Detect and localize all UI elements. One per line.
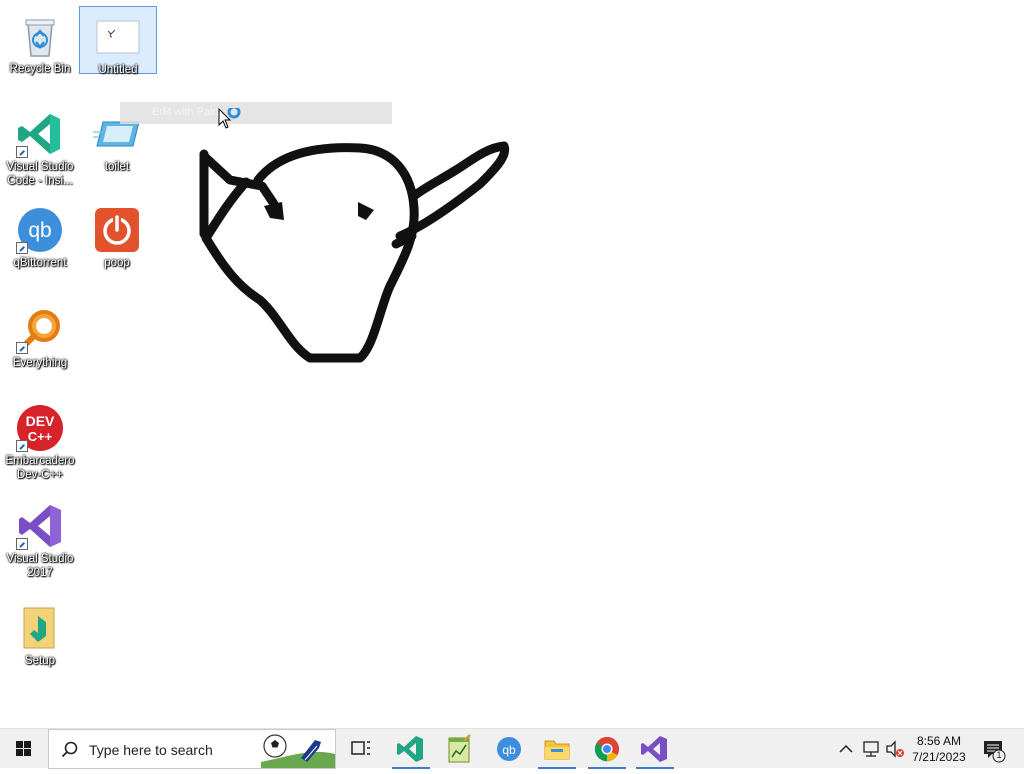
svg-text:C++: C++ [28, 429, 53, 444]
icon-label: Untitled [98, 64, 138, 76]
chrome-icon [594, 737, 620, 762]
hand-drawn-face-drawing [199, 141, 510, 363]
taskbar-search-box[interactable]: Type here to search [48, 729, 336, 769]
drag-tooltip: Edit with Paint [120, 102, 392, 124]
start-button[interactable] [0, 729, 48, 769]
svg-text:DEV: DEV [26, 413, 55, 429]
taskbar-app-editor[interactable] [436, 729, 482, 769]
taskbar-app-chrome[interactable] [584, 729, 630, 769]
devcpp-icon: DEV C++ [16, 404, 64, 452]
setup-icon [16, 604, 64, 652]
task-view-icon [351, 741, 370, 755]
svg-text:qb: qb [28, 219, 51, 242]
svg-text:qb: qb [502, 743, 516, 757]
shortcut-arrow-icon [16, 242, 28, 254]
icon-label: Setup [24, 655, 56, 667]
clock-date: 7/21/2023 [912, 750, 966, 764]
desktop[interactable]: Recycle Bin Visual Studio Code - Insi...… [0, 0, 1024, 728]
search-highlight-soccer-icon [261, 734, 335, 768]
task-view-button[interactable] [338, 729, 384, 769]
taskbar-app-file-explorer[interactable] [534, 729, 580, 769]
network-tray-button[interactable] [860, 729, 882, 769]
shortcut-arrow-icon [16, 440, 28, 452]
vscode-icon [397, 736, 423, 762]
desktop-icon-everything[interactable]: Everything [1, 300, 79, 370]
show-hidden-icons-button[interactable] [836, 729, 856, 769]
notification-icon [984, 741, 1006, 763]
desktop-icon-vscode-insiders[interactable]: Visual Studio Code - Insi... [1, 104, 79, 188]
visual-studio-icon [641, 736, 667, 762]
taskbar-app-qbittorrent[interactable]: qb [486, 729, 532, 769]
drag-tooltip-text: Edit with Paint [152, 106, 222, 118]
desktop-icon-qbittorrent[interactable]: qb qBittorrent [1, 200, 79, 270]
notepad-chart-icon [448, 734, 471, 763]
desktop-icon-recycle-bin[interactable]: Recycle Bin [1, 6, 79, 76]
action-center-button[interactable]: 1 [980, 729, 1010, 769]
search-icon [61, 741, 78, 758]
icon-label: poop [104, 257, 130, 269]
recycle-bin-icon [16, 12, 64, 60]
qbittorrent-icon: qb [497, 737, 521, 761]
taskbar: Type here to search qb 8:56 AM 7/21/2023… [0, 728, 1024, 769]
notification-count-badge: 1 [996, 750, 1002, 760]
icon-label: Recycle Bin [9, 63, 71, 75]
power-icon [93, 206, 141, 254]
shortcut-arrow-icon [16, 146, 28, 158]
desktop-icon-untitled[interactable]: Untitled [79, 6, 157, 76]
icon-label: Everything [12, 357, 68, 369]
icon-label: qBittorrent [13, 257, 67, 269]
taskbar-app-visual-studio[interactable] [632, 729, 678, 769]
icon-label: Visual Studio 2017 [6, 553, 74, 579]
icon-label: Embarcadero Dev-C++ [5, 455, 75, 481]
desktop-icon-poop[interactable]: poop [78, 200, 156, 270]
mouse-cursor-icon [218, 108, 241, 129]
search-magnifier-icon [16, 306, 64, 354]
folder-icon [544, 740, 570, 760]
qbittorrent-icon: qb [16, 206, 64, 254]
image-file-icon [94, 13, 142, 61]
shortcut-arrow-icon [16, 538, 28, 550]
search-placeholder: Type here to search [89, 742, 213, 758]
windows-logo-icon [16, 741, 31, 756]
icon-label: Visual Studio Code - Insi... [6, 161, 74, 187]
chevron-up-icon [839, 744, 853, 753]
clock-time: 8:56 AM [916, 734, 962, 748]
network-icon [863, 741, 879, 757]
desktop-icon-devcpp[interactable]: DEV C++ Embarcadero Dev-C++ [1, 398, 79, 482]
vscode-insiders-icon [16, 110, 64, 158]
shortcut-arrow-icon [16, 342, 28, 354]
taskbar-clock[interactable]: 8:56 AM 7/21/2023 [900, 733, 978, 765]
desktop-icon-setup[interactable]: Setup [1, 598, 79, 668]
desktop-icon-visual-studio[interactable]: Visual Studio 2017 [1, 496, 79, 580]
taskbar-app-vscode[interactable] [388, 729, 434, 769]
visual-studio-icon [16, 502, 64, 550]
icon-label: toilet [104, 161, 130, 173]
